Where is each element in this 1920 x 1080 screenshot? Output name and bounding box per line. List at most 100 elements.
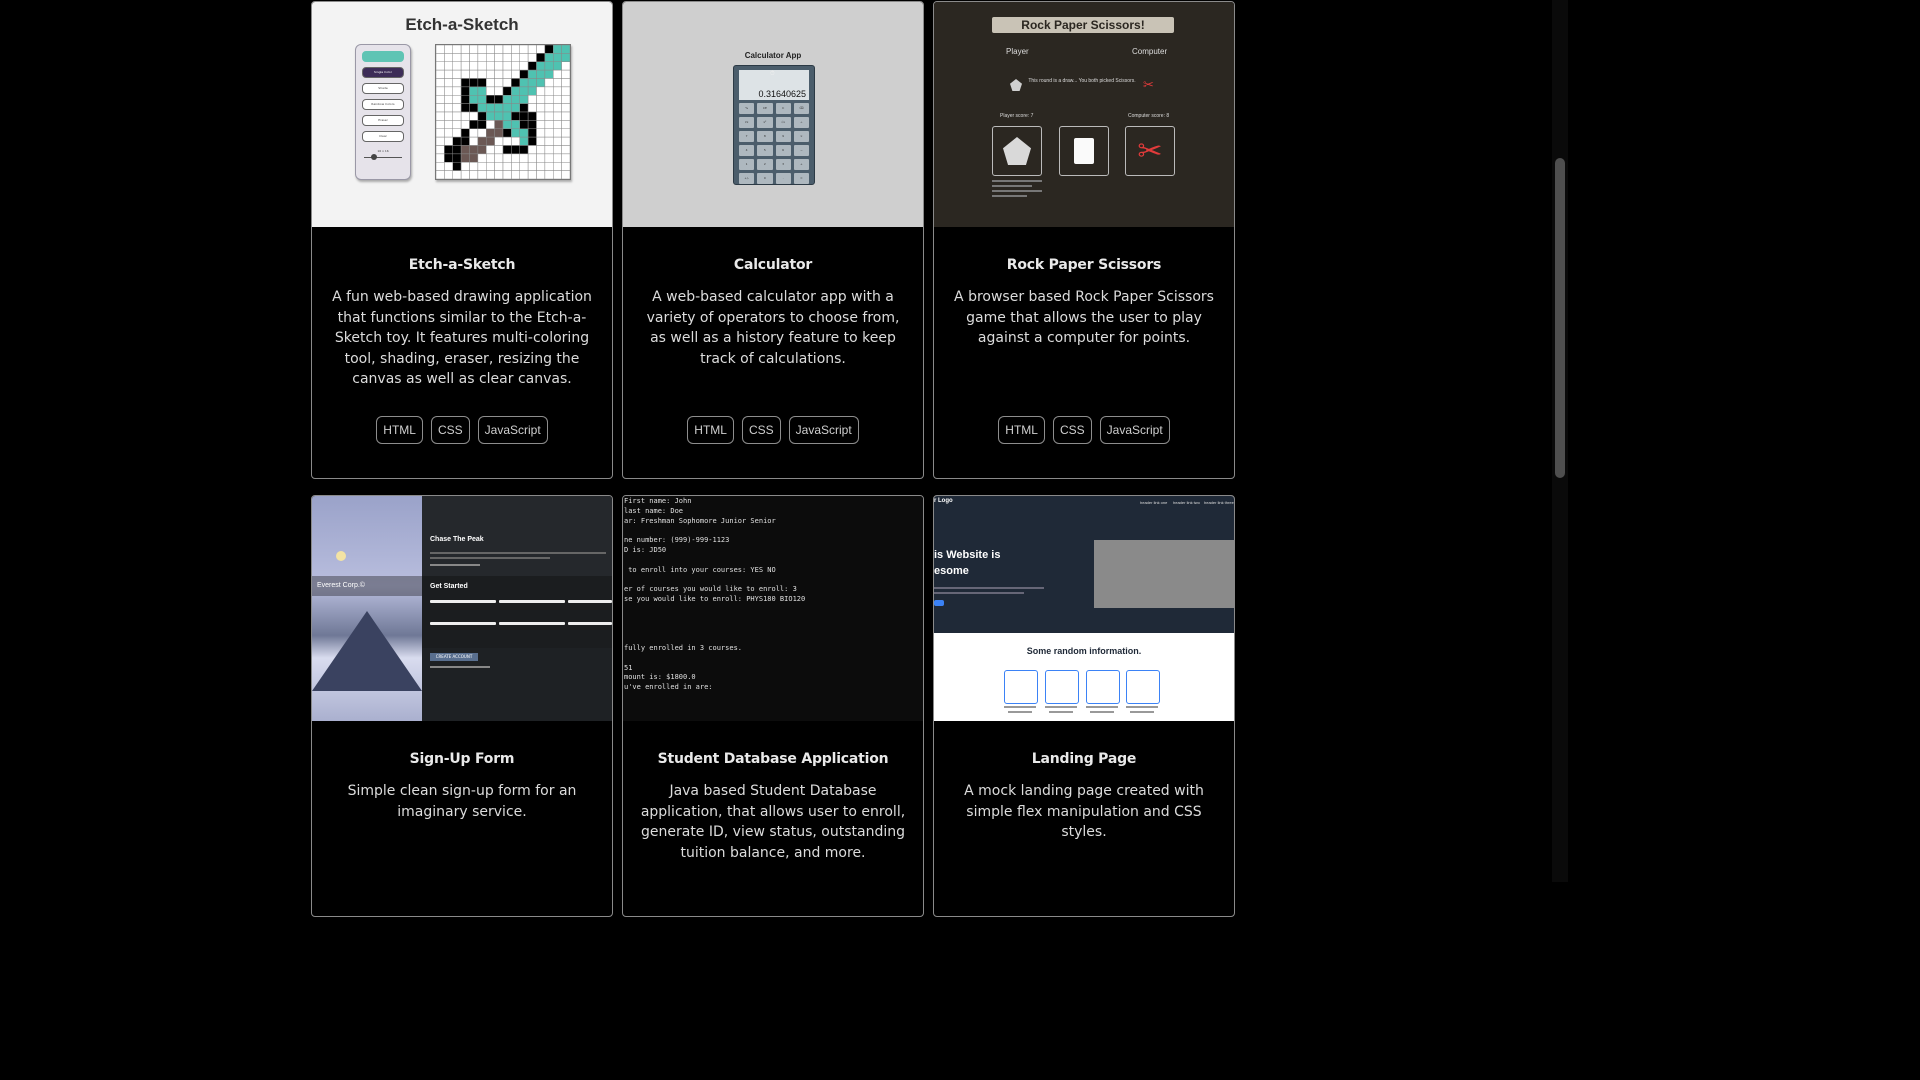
project-card-sign-up-form[interactable]: Everest Corp.© Chase The Peak Get Starte…	[311, 495, 613, 917]
canvas-cell	[544, 145, 554, 155]
canvas-cell	[536, 128, 546, 138]
create-account-button: CREATE ACCOUNT	[430, 653, 478, 661]
project-card-landing-page[interactable]: r Logo header link one header link two h…	[933, 495, 1235, 917]
canvas-cell	[477, 111, 487, 121]
calculator-key: 2	[757, 159, 773, 170]
info-card	[1004, 670, 1038, 704]
project-thumbnail[interactable]: Rock Paper Scissors! Player Computer Thi…	[934, 2, 1234, 227]
round-message: This round is a draw... You both picked …	[1028, 78, 1136, 84]
project-card-etch-a-sketch[interactable]: Etch-a-Sketch Single Color Shade Rainbow…	[311, 1, 613, 479]
canvas-cell	[502, 170, 512, 179]
canvas-cell	[452, 45, 462, 54]
canvas-cell	[502, 103, 512, 113]
canvas-cell	[519, 86, 529, 96]
scissors-icon: ✂	[1137, 133, 1163, 169]
hero-button	[934, 600, 944, 606]
calculator-key: .	[775, 173, 791, 184]
canvas-cell	[436, 95, 445, 104]
canvas-cell	[536, 69, 546, 79]
canvas-cell	[511, 86, 520, 96]
canvas-cell	[527, 136, 537, 146]
canvas-cell	[519, 78, 529, 88]
project-card-student-database[interactable]: First name: John last name: Doe ar: Fres…	[622, 495, 924, 917]
canvas-cell	[452, 53, 462, 62]
project-card-rock-paper-scissors[interactable]: Rock Paper Scissors! Player Computer Thi…	[933, 1, 1235, 479]
canvas-cell	[553, 95, 562, 104]
canvas-cell	[502, 128, 512, 138]
canvas-cell	[502, 69, 512, 79]
project-thumbnail[interactable]: Everest Corp.© Chase The Peak Get Starte…	[312, 496, 612, 721]
canvas-cell	[536, 86, 546, 96]
phone-field	[430, 622, 496, 625]
color-picker	[362, 51, 404, 62]
canvas-cell	[527, 170, 537, 179]
canvas-cell	[511, 78, 520, 88]
canvas-cell	[477, 45, 487, 54]
project-thumbnail[interactable]: Calculator App ⏱ 0.31640625 % CE C ⌫ ⅟x x² √x ÷…	[623, 2, 923, 227]
calculator-key: 5	[757, 145, 773, 156]
canvas-cell	[436, 128, 445, 138]
canvas-cell	[553, 69, 562, 79]
canvas-cell	[460, 170, 470, 179]
canvas-cell	[519, 170, 529, 179]
canvas-cell	[502, 61, 512, 71]
canvas-cell	[469, 162, 479, 171]
console-output: First name: John last name: Doe ar: Fres…	[624, 497, 806, 692]
canvas-cell	[511, 145, 520, 155]
canvas-cell	[452, 128, 462, 138]
canvas-cell	[553, 170, 562, 179]
canvas-cell	[444, 53, 453, 62]
canvas-cell	[519, 111, 529, 121]
canvas-cell	[494, 136, 504, 146]
canvas-cell	[511, 95, 520, 104]
canvas-cell	[519, 128, 529, 138]
canvas-cell	[553, 61, 562, 71]
project-description: A browser based Rock Paper Scissors game…	[954, 289, 1214, 346]
canvas-cell	[544, 86, 554, 96]
project-thumbnail[interactable]: Etch-a-Sketch Single Color Shade Rainbow…	[312, 2, 612, 227]
canvas-cell	[452, 78, 462, 88]
canvas-cell	[544, 69, 554, 79]
canvas-cell	[469, 45, 479, 54]
canvas-cell	[436, 61, 445, 71]
tag-html: HTML	[687, 416, 734, 444]
canvas-cell	[444, 153, 453, 163]
scrollbar-thumb[interactable]	[1555, 158, 1565, 478]
canvas-cell	[519, 61, 529, 71]
canvas-cell	[561, 53, 570, 62]
calculator-key: x²	[757, 117, 773, 128]
canvas-cell	[444, 86, 453, 96]
project-thumbnail[interactable]: First name: John last name: Doe ar: Fres…	[623, 496, 923, 721]
calculator-key: 1	[739, 159, 755, 170]
round-history	[992, 180, 1042, 200]
canvas-cell	[502, 120, 512, 129]
project-thumbnail[interactable]: r Logo header link one header link two h…	[934, 496, 1234, 721]
eraser-button: Eraser	[362, 115, 404, 126]
project-card-calculator[interactable]: Calculator App ⏱ 0.31640625 % CE C ⌫ ⅟x x² √x ÷…	[622, 1, 924, 479]
canvas-cell	[536, 120, 546, 129]
canvas-cell	[519, 153, 529, 163]
canvas-cell	[519, 69, 529, 79]
canvas-cell	[460, 103, 470, 113]
canvas-cell	[494, 111, 504, 121]
calculator-key: CE	[757, 103, 773, 114]
canvas-cell	[544, 153, 554, 163]
canvas-cell	[544, 136, 554, 146]
canvas-cell	[469, 111, 479, 121]
canvas-cell	[486, 86, 495, 96]
tech-tags: HTML CSS JavaScript	[934, 416, 1234, 444]
moon-shape	[336, 551, 346, 561]
canvas-cell	[544, 78, 554, 88]
canvas-cell	[477, 170, 487, 179]
nav-link-two: header link two	[1173, 500, 1200, 505]
canvas-cell	[436, 145, 445, 155]
project-description: A fun web-based drawing application that…	[332, 289, 592, 387]
rock-icon	[1010, 79, 1022, 91]
project-title: Rock Paper Scissors	[1006, 257, 1162, 273]
calculator-key: 4	[739, 145, 755, 156]
canvas-cell	[527, 162, 537, 171]
shade-button: Shade	[362, 83, 404, 94]
canvas-cell	[469, 103, 479, 113]
canvas-cell	[469, 145, 479, 155]
tech-tags: HTML CSS JavaScript	[312, 416, 612, 444]
